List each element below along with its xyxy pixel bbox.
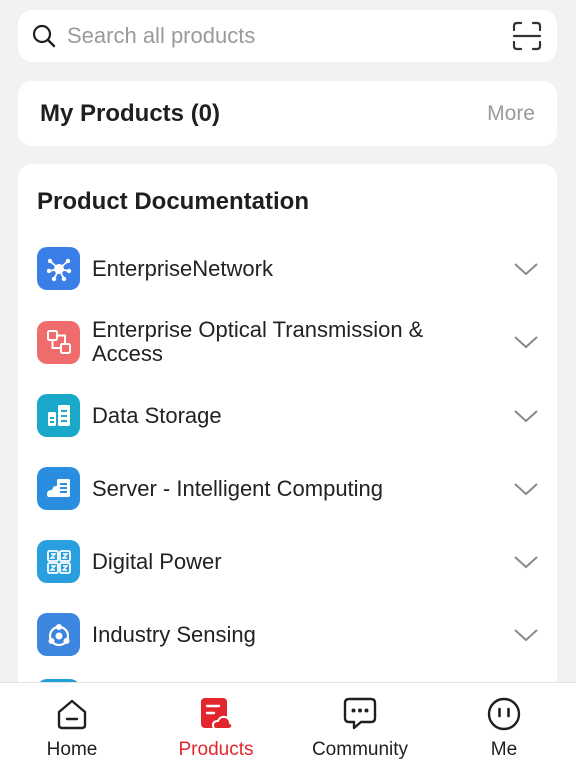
doc-item-label: Enterprise Optical Transmission & Access: [92, 317, 424, 366]
doc-item-label: EnterpriseNetwork: [92, 255, 273, 281]
doc-item-enterprise-optical-transmission[interactable]: Enterprise Optical Transmission & Access: [18, 305, 557, 379]
nav-home[interactable]: Home: [0, 683, 144, 768]
chevron-down-icon: [514, 628, 538, 641]
doc-item-label: Data Storage: [92, 402, 222, 428]
my-products-card: My Products (0) More: [18, 81, 557, 146]
doc-item-industry-sensing[interactable]: Industry Sensing: [18, 598, 557, 671]
doc-item-label: Server - Intelligent Computing: [92, 475, 384, 501]
more-link[interactable]: More: [487, 102, 535, 126]
digital-power-icon: [37, 540, 80, 583]
home-icon: [57, 699, 87, 730]
chevron-down-icon: [514, 482, 538, 495]
industry-sensing-icon: [37, 613, 80, 656]
nav-products[interactable]: Products: [144, 683, 288, 768]
products-icon: [201, 698, 234, 730]
nav-community[interactable]: Community: [288, 683, 432, 768]
server-icon: [37, 467, 80, 510]
doc-item-label: Industry Sensing: [92, 621, 256, 647]
nav-label: Products: [178, 739, 254, 760]
chevron-down-icon: [514, 555, 538, 568]
doc-item-data-storage[interactable]: Data Storage: [18, 379, 557, 452]
doc-item-label: Digital Power: [92, 548, 222, 574]
doc-item-server-intelligent-computing[interactable]: Server - Intelligent Computing: [18, 452, 557, 525]
doc-item-enterprise-network[interactable]: EnterpriseNetwork: [18, 232, 557, 305]
chevron-down-icon: [514, 409, 538, 422]
scan-icon[interactable]: [511, 20, 543, 52]
chevron-down-icon: [514, 336, 538, 349]
me-icon: [487, 697, 521, 731]
community-icon: [343, 697, 377, 730]
doc-item-digital-power[interactable]: Digital Power: [18, 525, 557, 598]
nav-label: Home: [46, 739, 98, 760]
search-icon: [32, 24, 56, 48]
data-storage-icon: [37, 394, 80, 437]
network-icon: [37, 247, 80, 290]
chevron-down-icon: [514, 262, 538, 275]
nav-label: Community: [311, 739, 409, 760]
product-documentation-title: Product Documentation: [37, 188, 310, 215]
product-documentation-card: Product Documentation EnterpriseNetwork …: [18, 164, 557, 724]
products-screen: My Products (0) More Product Documentati…: [0, 0, 576, 768]
search-input[interactable]: [67, 23, 511, 49]
optical-transmission-icon: [37, 320, 80, 364]
nav-me[interactable]: Me: [432, 683, 576, 768]
my-products-title: My Products (0): [40, 99, 221, 127]
nav-label: Me: [490, 739, 518, 760]
search-bar[interactable]: [18, 10, 557, 62]
bottom-nav: Home Products Community Me: [0, 682, 576, 768]
documentation-list: EnterpriseNetwork Enterprise Optical Tra…: [18, 232, 557, 671]
